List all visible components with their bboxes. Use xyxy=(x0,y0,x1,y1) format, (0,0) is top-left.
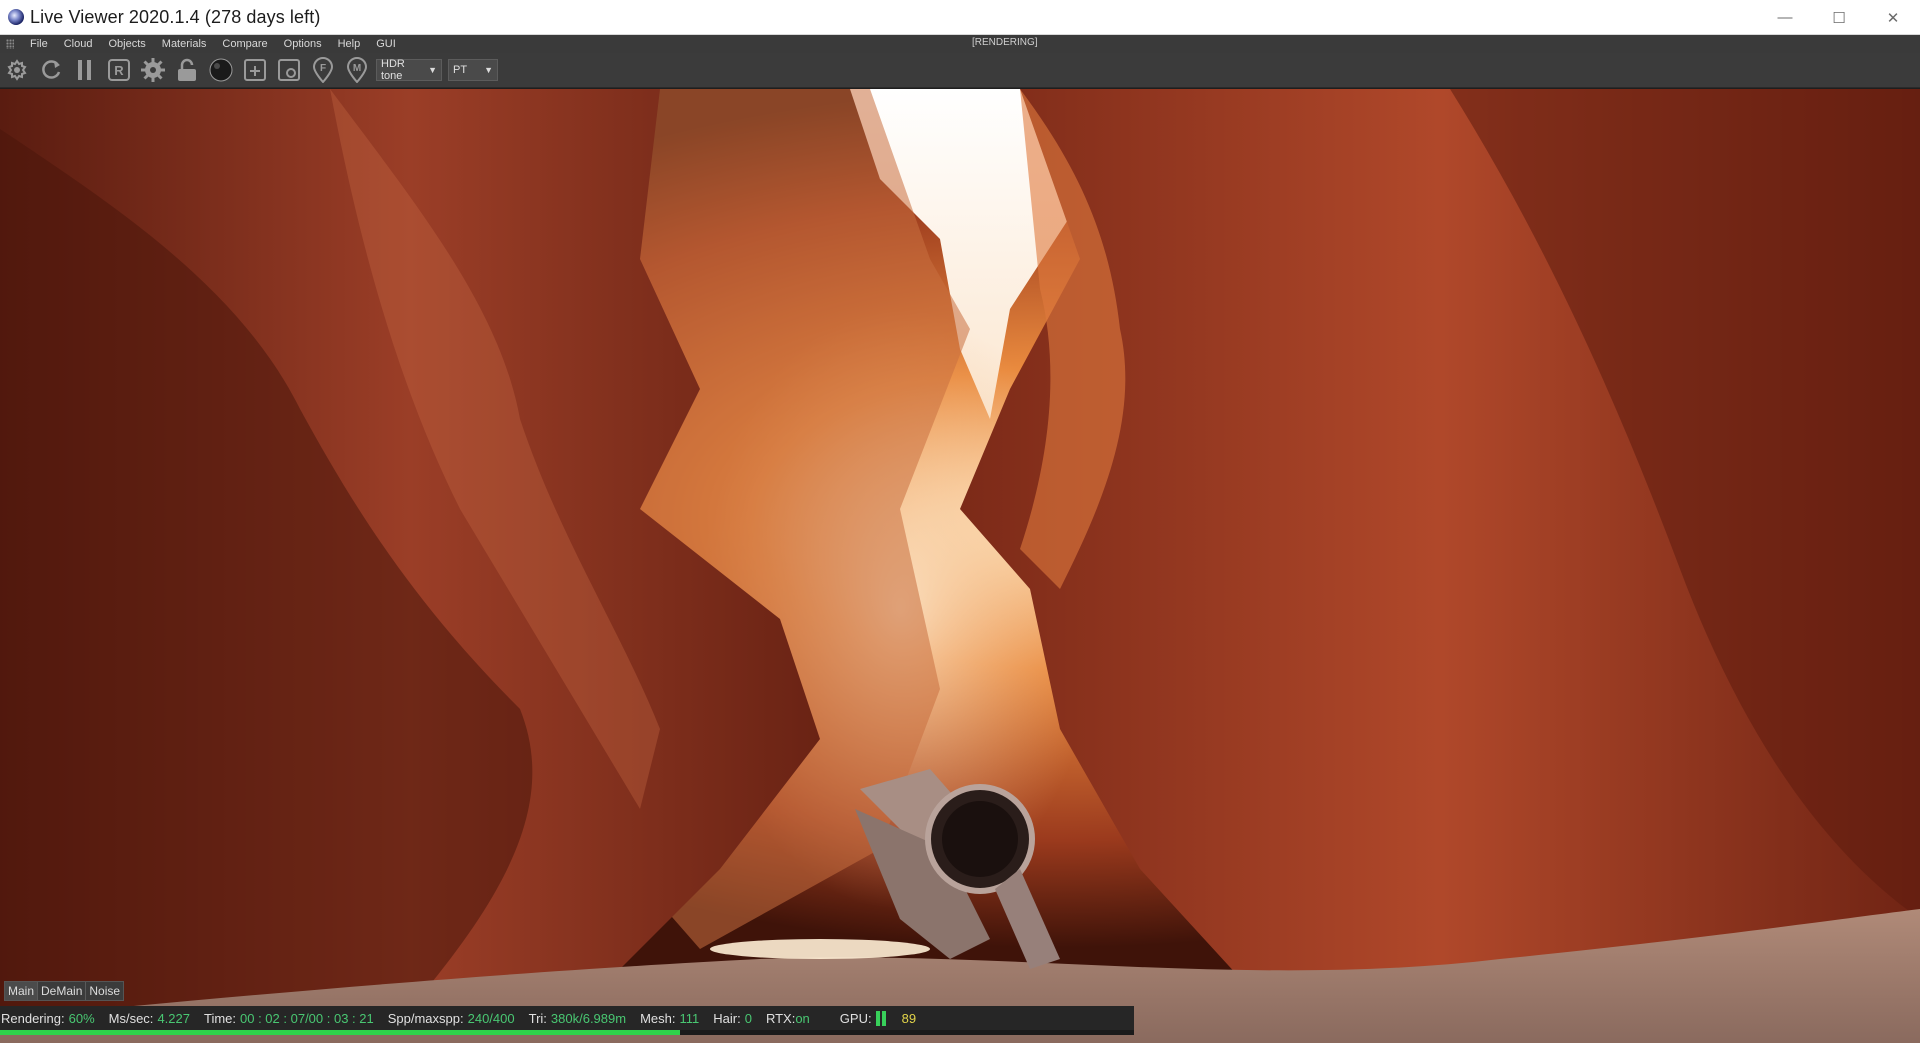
refresh-icon[interactable] xyxy=(36,55,66,85)
hair-label: Hair: xyxy=(713,1010,741,1026)
chevron-down-icon: ▼ xyxy=(428,65,437,75)
tri-value: 380k/6.989m xyxy=(550,1010,627,1026)
rtx-label: RTX: xyxy=(765,1010,796,1026)
status-rendering: Rendering: 60% xyxy=(1,1011,95,1026)
ms-sec-value: 4.227 xyxy=(157,1010,190,1026)
title-bar: Live Viewer 2020.1.4 (278 days left) — ☐… xyxy=(0,0,1920,35)
mesh-label: Mesh: xyxy=(640,1010,676,1026)
status-hair: Hair: 0 xyxy=(713,1011,752,1026)
status-rtx: RTX: on xyxy=(766,1011,810,1026)
kernel-select[interactable]: PT ▼ xyxy=(448,59,498,81)
status-ms-sec: Ms/sec: 4.227 xyxy=(109,1011,190,1026)
render-region-icon[interactable]: R xyxy=(104,55,134,85)
menu-grip-icon[interactable] xyxy=(6,39,14,49)
gpu-usage-icon xyxy=(875,1010,888,1026)
buffer-tabs: Main DeMain Noise xyxy=(4,981,125,1001)
focus-picker-icon[interactable]: F xyxy=(308,55,338,85)
gear-icon[interactable] xyxy=(138,55,168,85)
status-gpu: GPU: 89 xyxy=(839,1010,917,1026)
gpu-value: 89 xyxy=(901,1010,917,1026)
menu-cloud[interactable]: Cloud xyxy=(56,38,101,50)
lock-icon[interactable] xyxy=(172,55,202,85)
toolbar: R F M HDR tone ▼ PT ▼ xyxy=(0,53,1920,88)
menu-objects[interactable]: Objects xyxy=(100,38,153,50)
gpu-label: GPU: xyxy=(839,1010,872,1026)
buffer-tab-main[interactable]: Main xyxy=(5,982,39,1000)
status-time: Time: 00 : 02 : 07/00 : 03 : 21 xyxy=(204,1011,374,1026)
focus-picker-label: F xyxy=(320,63,326,74)
tonemap-select[interactable]: HDR tone ▼ xyxy=(376,58,442,82)
render-progress-fill xyxy=(0,1030,681,1035)
render-image xyxy=(0,89,1920,1043)
status-spp: Spp/maxspp: 240/400 xyxy=(388,1011,515,1026)
menu-help[interactable]: Help xyxy=(330,38,369,50)
tri-label: Tri: xyxy=(528,1010,547,1026)
kernel-select-value: PT xyxy=(453,64,468,76)
status-tri: Tri: 380k/6.989m xyxy=(529,1011,626,1026)
hair-value: 0 xyxy=(744,1010,752,1026)
buffer-tab-demain[interactable]: DeMain xyxy=(38,982,87,1000)
render-region-label: R xyxy=(114,63,124,78)
menu-compare[interactable]: Compare xyxy=(214,38,275,50)
menu-options[interactable]: Options xyxy=(276,38,330,50)
rtx-value: on xyxy=(795,1010,810,1026)
buffer-tab-noise[interactable]: Noise xyxy=(86,982,123,1000)
menu-gui[interactable]: GUI xyxy=(368,38,404,50)
add-buffer-icon[interactable] xyxy=(240,55,270,85)
window-controls: — ☐ ✕ xyxy=(1758,0,1920,35)
status-bar: Rendering: 60% Ms/sec: 4.227 Time: 00 : … xyxy=(0,1006,1134,1030)
window-title: Live Viewer 2020.1.4 (278 days left) xyxy=(30,6,321,27)
menu-file[interactable]: File xyxy=(22,38,56,50)
minimize-button[interactable]: — xyxy=(1758,0,1812,35)
ms-sec-label: Ms/sec: xyxy=(108,1010,154,1026)
spp-label: Spp/maxspp: xyxy=(387,1010,464,1026)
tonemap-select-value: HDR tone xyxy=(381,58,405,82)
rendering-label: Rendering: xyxy=(1,1010,65,1026)
time-value: 00 : 02 : 07/00 : 03 : 21 xyxy=(240,1010,374,1026)
clay-mode-icon[interactable] xyxy=(274,55,304,85)
render-viewport[interactable] xyxy=(0,89,1920,1043)
render-progress-bar xyxy=(0,1030,1134,1035)
close-button[interactable]: ✕ xyxy=(1866,0,1920,35)
material-picker-icon[interactable]: M xyxy=(342,55,372,85)
rendering-value: 60% xyxy=(68,1010,95,1026)
pause-icon[interactable] xyxy=(70,55,100,85)
maximize-button[interactable]: ☐ xyxy=(1812,0,1866,35)
menu-bar: File Cloud Objects Materials Compare Opt… xyxy=(0,35,1920,53)
material-sphere-icon[interactable] xyxy=(206,55,236,85)
time-label: Time: xyxy=(203,1010,237,1026)
app-logo-icon xyxy=(8,9,24,25)
menu-materials[interactable]: Materials xyxy=(154,38,215,50)
material-picker-label: M xyxy=(353,63,361,74)
mesh-value: 111 xyxy=(679,1010,700,1026)
render-status-label: [RENDERING] xyxy=(972,37,1038,48)
status-mesh: Mesh: 111 xyxy=(640,1011,699,1026)
spp-value: 240/400 xyxy=(467,1010,515,1026)
settings-sync-icon[interactable] xyxy=(2,55,32,85)
chevron-down-icon: ▼ xyxy=(484,65,493,75)
